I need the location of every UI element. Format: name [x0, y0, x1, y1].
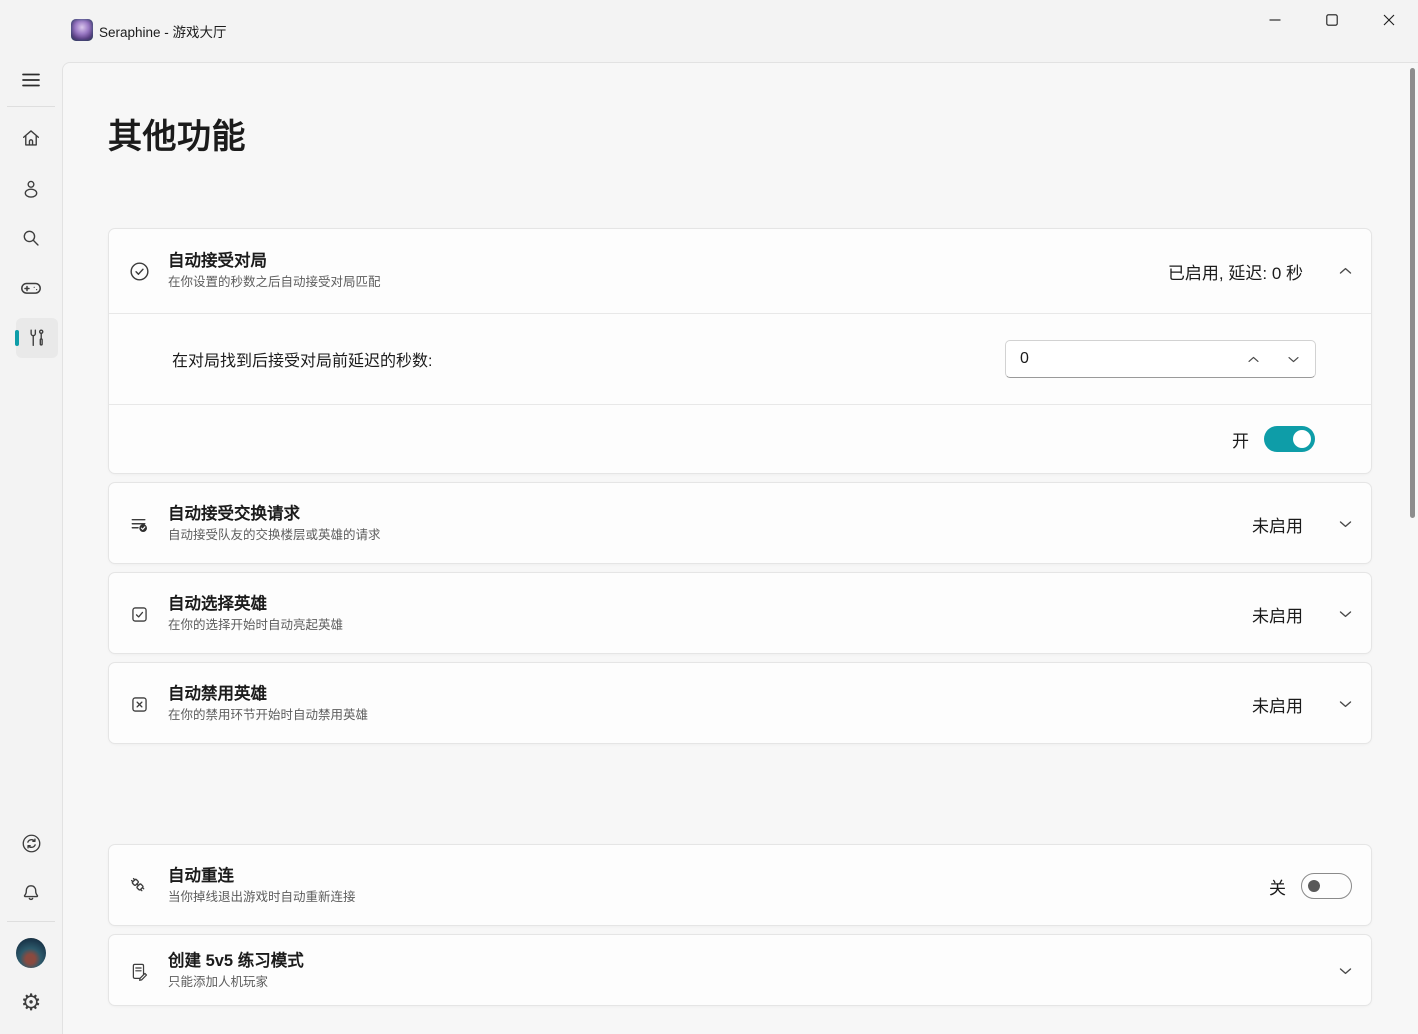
menu-button[interactable]	[11, 60, 51, 100]
card-auto-accept-trade: 自动接受交换请求 自动接受队友的交换楼层或英雄的请求 未启用	[108, 482, 1372, 564]
spin-up-button[interactable]	[1235, 344, 1271, 374]
navigation-rail: ⚙	[0, 0, 62, 1033]
checkbox-check-icon	[127, 602, 151, 626]
titlebar: Seraphine - 游戏大厅	[0, 0, 1418, 62]
vertical-scrollbar[interactable]	[1410, 68, 1415, 518]
card-auto-select-champion: 自动选择英雄 在你的选择开始时自动亮起英雄 未启用	[108, 572, 1372, 654]
close-icon	[1383, 14, 1395, 26]
minimize-button[interactable]	[1251, 0, 1298, 40]
user-avatar[interactable]	[16, 938, 46, 968]
app-logo-icon	[71, 19, 93, 41]
setting-title: 自动禁用英雄	[168, 685, 368, 704]
gear-icon: ⚙	[21, 991, 42, 1014]
expander-header[interactable]: 创建 5v5 练习模式 只能添加人机玩家	[109, 935, 1371, 1007]
card-auto-ban-champion: 自动禁用英雄 在你的禁用环节开始时自动禁用英雄 未启用	[108, 662, 1372, 744]
setting-subtitle: 自动接受队友的交换楼层或英雄的请求	[168, 528, 381, 542]
connect-plug-icon	[127, 874, 151, 898]
checkbox-x-icon	[127, 692, 151, 716]
sidebar-item-notifications[interactable]	[11, 873, 51, 913]
expander-header[interactable]: 自动选择英雄 在你的选择开始时自动亮起英雄 未启用	[109, 573, 1371, 655]
toggle-state-label: 关	[1269, 874, 1286, 899]
expander-header[interactable]: 自动接受交换请求 自动接受队友的交换楼层或英雄的请求 未启用	[109, 483, 1371, 565]
rail-divider	[7, 921, 55, 922]
card-auto-accept-match: 自动接受对局 在你设置的秒数之后自动接受对局匹配 已启用, 延迟: 0 秒 在对…	[108, 228, 1372, 474]
chevron-down-icon[interactable]	[1337, 696, 1353, 712]
delay-spinbox	[1005, 340, 1316, 378]
content-panel: 其他功能 英雄选择 自动接受对局 在你设置的秒数之后自动接受对局匹配 已启用, …	[62, 62, 1418, 1034]
status-text: 已启用, 延迟: 0 秒	[1168, 259, 1303, 284]
selected-indicator	[15, 330, 19, 346]
gamepad-icon	[19, 276, 43, 300]
spin-down-button[interactable]	[1275, 344, 1311, 374]
tools-icon	[26, 327, 48, 349]
sidebar-item-update[interactable]	[11, 823, 51, 863]
sync-icon	[20, 832, 43, 855]
delay-label: 在对局找到后接受对局前延迟的秒数:	[172, 347, 432, 371]
minimize-icon	[1269, 14, 1281, 26]
delay-value-input[interactable]	[1006, 349, 1235, 369]
close-button[interactable]	[1365, 0, 1412, 40]
card-auto-reconnect: 自动重连 当你掉线退出游戏时自动重新连接 关	[108, 844, 1372, 926]
setting-subtitle: 在你的选择开始时自动亮起英雄	[168, 618, 343, 632]
expander-header[interactable]: 自动接受对局 在你设置的秒数之后自动接受对局匹配 已启用, 延迟: 0 秒	[109, 229, 1371, 313]
sidebar-item-other-tools[interactable]	[16, 318, 58, 358]
page-title: 其他功能	[108, 109, 246, 158]
chevron-down-icon[interactable]	[1337, 606, 1353, 622]
status-text: 未启用	[1252, 602, 1303, 627]
list-check-icon	[127, 512, 151, 536]
auto-reconnect-toggle[interactable]	[1301, 873, 1352, 899]
window-title: Seraphine - 游戏大厅	[99, 0, 227, 62]
setting-title: 自动接受对局	[168, 252, 381, 271]
setting-title: 自动接受交换请求	[168, 505, 381, 524]
home-icon	[20, 127, 42, 149]
auto-accept-toggle[interactable]	[1264, 426, 1315, 452]
expander-header[interactable]: 自动禁用英雄 在你的禁用环节开始时自动禁用英雄 未启用	[109, 663, 1371, 745]
bell-icon	[20, 882, 42, 904]
status-text: 未启用	[1252, 692, 1303, 717]
sidebar-item-search[interactable]	[11, 218, 51, 258]
sidebar-item-settings[interactable]: ⚙	[11, 982, 51, 1022]
hamburger-icon	[22, 73, 40, 87]
setting-subtitle: 只能添加人机玩家	[168, 975, 304, 989]
person-icon	[20, 177, 42, 199]
chevron-down-icon[interactable]	[1337, 516, 1353, 532]
search-icon	[20, 227, 42, 249]
sidebar-item-home[interactable]	[11, 118, 51, 158]
toggle-state-label: 开	[1232, 427, 1249, 452]
chevron-up-icon[interactable]	[1337, 263, 1353, 279]
chevron-down-icon[interactable]	[1337, 963, 1353, 979]
maximize-button[interactable]	[1308, 0, 1355, 40]
setting-subtitle: 在你的禁用环节开始时自动禁用英雄	[168, 708, 368, 722]
setting-title: 自动选择英雄	[168, 595, 343, 614]
delay-setting-row: 在对局找到后接受对局前延迟的秒数:	[109, 313, 1371, 404]
rail-divider	[7, 106, 55, 107]
circle-check-icon	[127, 259, 151, 283]
setting-title: 自动重连	[168, 867, 356, 886]
status-text: 未启用	[1252, 512, 1303, 537]
setting-subtitle: 在你设置的秒数之后自动接受对局匹配	[168, 275, 381, 289]
setting-subtitle: 当你掉线退出游戏时自动重新连接	[168, 890, 356, 904]
sidebar-item-game[interactable]	[11, 268, 51, 308]
toggle-knob	[1308, 880, 1320, 892]
toggle-knob	[1293, 430, 1311, 448]
sidebar-item-profile[interactable]	[11, 168, 51, 208]
note-edit-icon	[127, 959, 151, 983]
setting-title: 创建 5v5 练习模式	[168, 952, 304, 971]
card-create-practice-mode: 创建 5v5 练习模式 只能添加人机玩家	[108, 934, 1372, 1006]
maximize-icon	[1326, 14, 1338, 26]
setting-row: 自动重连 当你掉线退出游戏时自动重新连接 关	[109, 845, 1371, 927]
enable-toggle-row: 开	[109, 404, 1371, 473]
